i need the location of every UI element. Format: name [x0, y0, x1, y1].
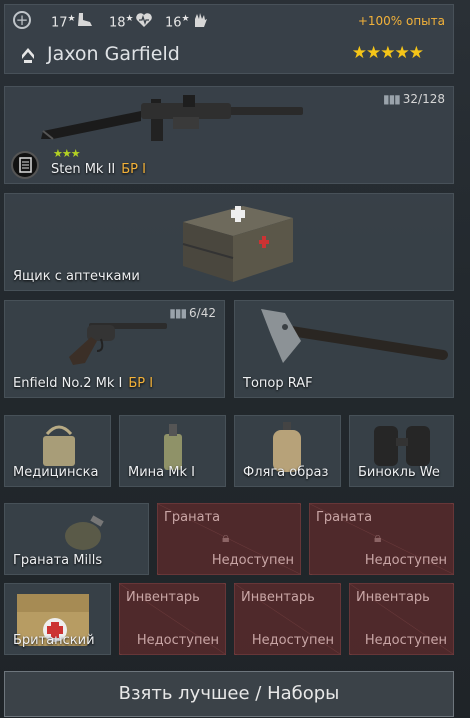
- equipment-slot-3[interactable]: Фляга образ: [234, 415, 341, 487]
- rank-chevron-icon: [22, 48, 34, 63]
- locked-title: Инвентарь: [356, 590, 430, 605]
- lock-icon: 🔒︎: [222, 530, 230, 546]
- inventory-slot-locked-1: Инвентарь Недоступен: [119, 583, 226, 655]
- hand-icon: [195, 13, 207, 27]
- exp-bonus: +100% опыта: [357, 14, 445, 28]
- lock-icon: 🔒︎: [374, 530, 382, 546]
- secondary-ammo: ▮▮▮ 6/42: [169, 306, 216, 320]
- medkit-crate-label: Ящик с аптечками: [13, 269, 140, 284]
- melee-label: Топор RAF: [243, 376, 313, 391]
- medkit-crate-image: [182, 206, 293, 282]
- primary-weapon-slot[interactable]: ▮▮▮ 32/128 ★★★ Sten Mk II БР I: [4, 86, 454, 184]
- primary-weapon-label: Sten Mk II БР I: [51, 162, 146, 177]
- soldier-header: + 17★ 18★ 16★ +100% опыта Jaxon Garfield…: [4, 4, 454, 74]
- binoculars-image: [374, 426, 430, 466]
- bullets-icon: ▮▮▮: [169, 306, 187, 320]
- stat-health-value: 18★: [109, 14, 134, 31]
- locked-title: Инвентарь: [241, 590, 315, 605]
- inventory-slot-locked-2: Инвентарь Недоступен: [234, 583, 341, 655]
- secondary-weapon-slot[interactable]: ▮▮▮ 6/42 Enfield No.2 Mk I БР I: [4, 300, 225, 398]
- equipment-label-4: Бинокль We: [358, 465, 440, 480]
- axe-image: [261, 309, 448, 363]
- equipment-slot-1[interactable]: Медицинска: [4, 415, 111, 487]
- medkit-crate-slot[interactable]: Ящик с аптечками: [4, 193, 454, 291]
- heart-icon: [136, 13, 152, 27]
- inventory-label: Британский: [13, 633, 95, 648]
- locked-title: Граната: [164, 510, 221, 525]
- stat-hands-value: 16★: [165, 14, 190, 31]
- boot-icon: [78, 13, 92, 26]
- inventory-slot-locked-3: Инвентарь Недоступен: [349, 583, 454, 655]
- rating-stars: ★★★★★: [351, 43, 424, 63]
- secondary-br: БР I: [128, 376, 154, 391]
- take-best-loadouts-label: Взять лучшее / Наборы: [118, 683, 340, 704]
- grenade-slot-locked-2: Граната 🔒︎ Недоступен: [309, 503, 454, 575]
- manual-icon[interactable]: [11, 151, 39, 179]
- equipment-slot-2[interactable]: Мина Mk I: [119, 415, 226, 487]
- equipment-slot-4[interactable]: Бинокль We: [349, 415, 454, 487]
- sten-gun-image: [41, 95, 303, 141]
- grenade-slot[interactable]: Граната Mills: [4, 503, 149, 575]
- primary-ammo: ▮▮▮ 32/128: [382, 92, 445, 106]
- inventory-slot[interactable]: Британский: [4, 583, 111, 655]
- locked-title: Инвентарь: [126, 590, 200, 605]
- locked-status: Недоступен: [364, 553, 447, 568]
- locked-status: Недоступен: [136, 633, 219, 648]
- add-icon[interactable]: +: [13, 11, 31, 29]
- tier-stars: ★★★: [53, 147, 81, 160]
- take-best-loadouts-button[interactable]: Взять лучшее / Наборы: [4, 671, 454, 717]
- grenade-label: Граната Mills: [13, 553, 103, 568]
- bullets-icon: ▮▮▮: [382, 92, 401, 106]
- locked-title: Граната: [316, 510, 373, 525]
- equipment-label-2: Мина Mk I: [128, 465, 195, 480]
- melee-slot[interactable]: Топор RAF: [234, 300, 454, 398]
- soldier-name[interactable]: Jaxon Garfield: [47, 43, 180, 65]
- stat-stamina-value: 17★: [51, 14, 76, 31]
- locked-status: Недоступен: [211, 553, 294, 568]
- equipment-label-1: Медицинска: [13, 465, 99, 480]
- secondary-weapon-label: Enfield No.2 Mk I БР I: [13, 376, 154, 391]
- mills-grenade-image: [65, 515, 104, 550]
- revolver-image: [69, 323, 167, 365]
- equipment-label-3: Фляга образ: [243, 465, 329, 480]
- grenade-slot-locked-1: Граната 🔒︎ Недоступен: [157, 503, 301, 575]
- primary-br: БР I: [121, 162, 146, 177]
- medical-bag-image: [43, 425, 75, 466]
- locked-status: Недоступен: [251, 633, 334, 648]
- locked-status: Недоступен: [364, 633, 447, 648]
